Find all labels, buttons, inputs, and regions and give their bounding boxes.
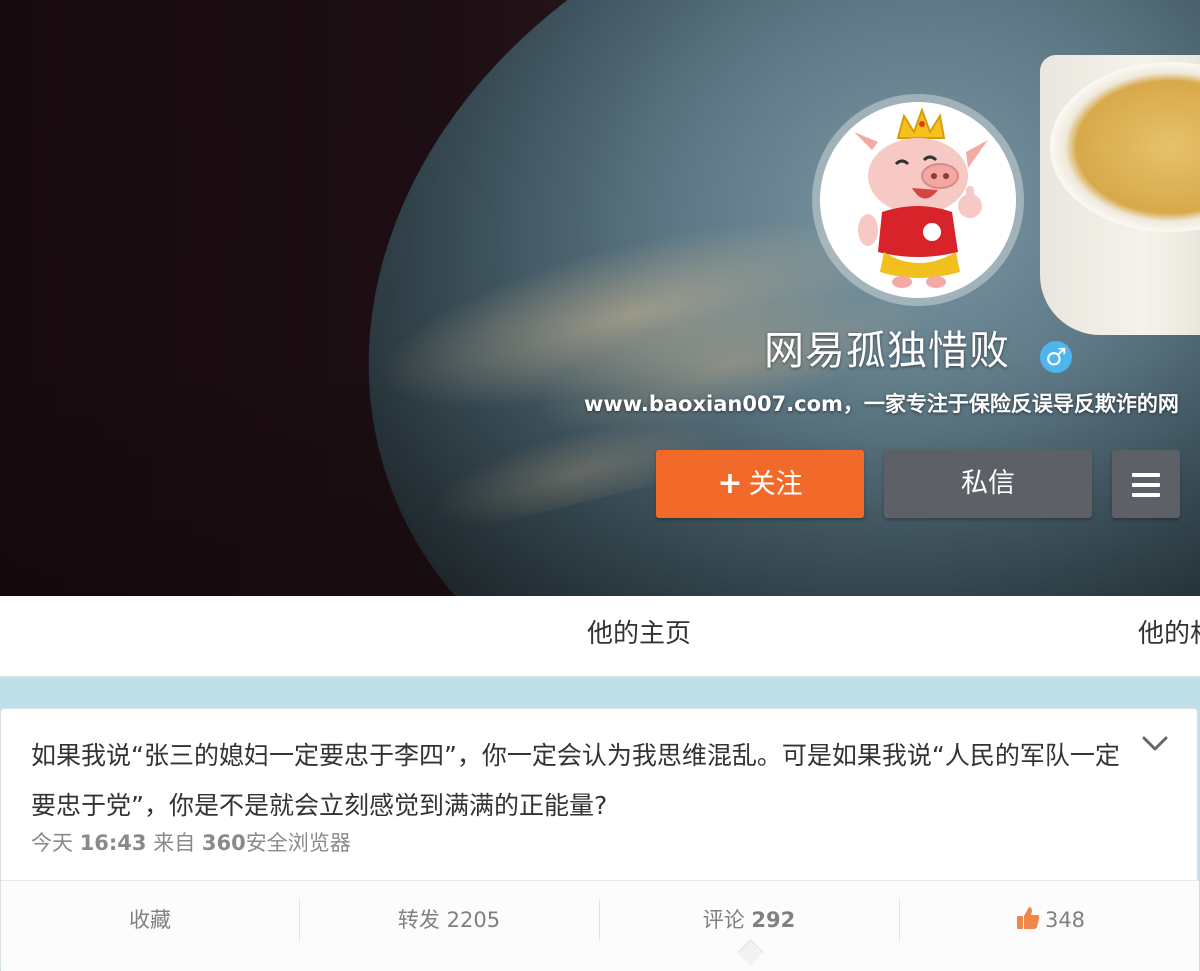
post-text: 如果我说“张三的媳妇一定要忠于李四”，你一定会认为我思维混乱。可是如果我说“人民… bbox=[31, 741, 1120, 820]
follow-button[interactable]: + 关注 bbox=[656, 450, 864, 518]
comment-label: 评论 bbox=[702, 908, 745, 932]
post-actions: 收藏 转发 2205 评论 292 348 bbox=[1, 880, 1199, 971]
favorite-label: 收藏 bbox=[129, 908, 171, 932]
repost-button[interactable]: 转发 2205 bbox=[300, 881, 598, 971]
repost-label: 转发 bbox=[397, 908, 440, 932]
profile-bio: www.baoxian007.com，一家专注于保险反误导反欺诈的网 bbox=[584, 392, 1179, 416]
post-time[interactable]: 16:43 bbox=[80, 831, 147, 855]
plus-icon: + bbox=[717, 466, 743, 501]
thumbs-up-icon bbox=[1016, 907, 1040, 929]
post-source-name[interactable]: 安全浏览器 bbox=[246, 831, 351, 855]
favorite-button[interactable]: 收藏 bbox=[1, 881, 299, 971]
profile-tab-bar: 他的主页 他的相 bbox=[0, 596, 1200, 677]
like-button[interactable]: 348 bbox=[901, 881, 1199, 971]
post-card: 如果我说“张三的媳妇一定要忠于李四”，你一定会认为我思维混乱。可是如果我说“人民… bbox=[0, 708, 1199, 971]
chevron-down-icon[interactable] bbox=[1141, 729, 1169, 757]
post-time-prefix: 今天 bbox=[31, 831, 73, 855]
hamburger-menu-icon bbox=[1132, 473, 1160, 503]
repost-count: 2205 bbox=[446, 908, 501, 932]
post-source-number[interactable]: 360 bbox=[202, 831, 246, 855]
follow-label: 关注 bbox=[748, 469, 803, 500]
post-meta: 今天 16:43 来自 360安全浏览器 bbox=[31, 827, 351, 857]
more-button[interactable] bbox=[1112, 450, 1180, 518]
message-button[interactable]: 私信 bbox=[884, 450, 1092, 518]
message-label: 私信 bbox=[961, 468, 1015, 499]
action-divider bbox=[899, 899, 900, 941]
post-source-prefix: 来自 bbox=[153, 831, 196, 855]
tab-home[interactable]: 他的主页 bbox=[587, 596, 691, 676]
male-symbol-icon: ♂ bbox=[1040, 341, 1072, 373]
avatar[interactable] bbox=[820, 102, 1016, 298]
tab-album[interactable]: 他的相 bbox=[1138, 596, 1200, 676]
comment-count: 292 bbox=[751, 908, 796, 932]
like-count: 348 bbox=[1044, 908, 1086, 932]
profile-name: 网易孤独惜败 bbox=[764, 328, 1010, 374]
pig-king-avatar-illustration bbox=[854, 107, 988, 288]
